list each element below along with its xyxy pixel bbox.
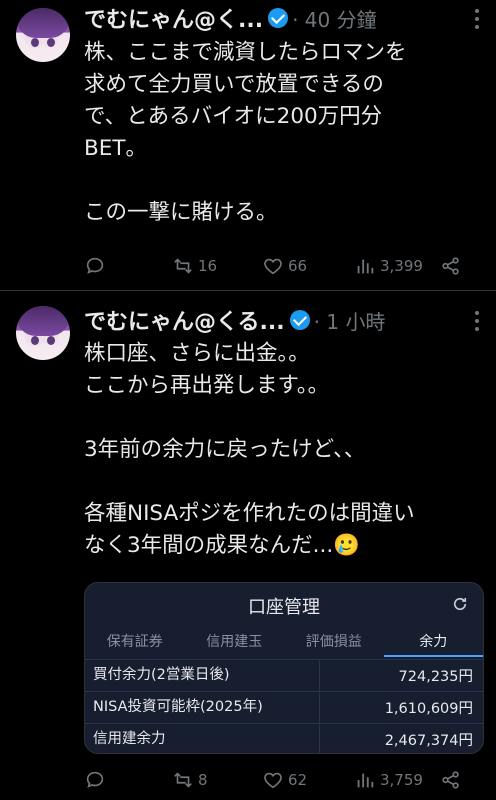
view-count: 3,399 xyxy=(380,257,423,275)
avatar[interactable] xyxy=(16,8,70,62)
divider xyxy=(0,290,496,291)
tweet-actions: 16 66 3,399 xyxy=(84,254,486,278)
views-button[interactable]: 3,399 xyxy=(354,255,423,277)
tab-holdings: 保有証券 xyxy=(106,634,163,650)
tweet-header: でむにゃん@くる... · 1 小時 xyxy=(84,305,482,335)
retweet-count: 8 xyxy=(198,771,208,789)
tweet-header: でむにゃん@く... · 40 分鐘 xyxy=(84,3,482,33)
like-button[interactable]: 66 xyxy=(262,255,307,277)
more-options-icon[interactable] xyxy=(474,9,480,29)
retweet-icon xyxy=(174,258,192,274)
reply-button[interactable] xyxy=(84,769,110,791)
retweet-count: 16 xyxy=(198,257,218,275)
retweet-icon xyxy=(174,772,192,788)
share-button[interactable] xyxy=(440,255,462,277)
timestamp[interactable]: · 40 分鐘 xyxy=(292,4,377,33)
tab-buying-power: 余力 xyxy=(383,627,483,657)
like-count: 62 xyxy=(288,771,308,789)
author-name[interactable]: でむにゃん@く... xyxy=(84,2,263,34)
views-icon xyxy=(357,259,374,274)
reply-icon xyxy=(86,771,104,788)
card-tabs: 保有証券 信用建玉 評価損益 余力 xyxy=(85,627,483,657)
refresh-icon xyxy=(453,597,467,611)
view-count: 3,759 xyxy=(380,771,423,789)
reply-button[interactable] xyxy=(84,255,110,277)
tweet-text: 株、ここまで減資したらロマンを 求めて全力買いで放置できるの で、とあるバイオに… xyxy=(84,40,407,225)
like-button[interactable]: 62 xyxy=(262,769,307,791)
embedded-image-account-panel[interactable]: 口座管理 保有証券 信用建玉 評価損益 余力 買付余力(2営業日後) 724,2… xyxy=(84,582,484,754)
avatar[interactable] xyxy=(16,306,70,360)
tab-margin-positions: 信用建玉 xyxy=(206,634,263,650)
retweet-button[interactable]: 16 xyxy=(172,255,217,277)
like-icon xyxy=(264,258,282,275)
like-count: 66 xyxy=(288,257,308,275)
table-row: 買付余力(2営業日後) 724,235円 xyxy=(85,659,483,691)
views-icon xyxy=(357,773,374,788)
retweet-button[interactable]: 8 xyxy=(172,769,208,791)
verified-badge-icon xyxy=(289,310,310,330)
share-button[interactable] xyxy=(440,769,462,791)
share-icon xyxy=(442,771,459,789)
tweet[interactable]: でむにゃん@くる... · 1 小時 株口座、さらに出金。。 ここから再出発しま… xyxy=(0,292,496,800)
views-button[interactable]: 3,759 xyxy=(354,769,423,791)
more-options-icon[interactable] xyxy=(474,311,480,331)
card-title: 口座管理 xyxy=(248,597,320,618)
table-row: NISA投資可能枠(2025年) 1,610,609円 xyxy=(85,691,483,723)
tweet[interactable]: でむにゃん@く... · 40 分鐘 株、ここまで減資したらロマンを 求めて全力… xyxy=(0,0,496,290)
reply-icon xyxy=(86,257,104,274)
tab-valuation: 評価損益 xyxy=(305,634,362,650)
tweet-text: 株口座、さらに出金。。 ここから再出発します。。 3年前の余力に戻ったけど、、 … xyxy=(84,341,415,558)
verified-badge-icon xyxy=(268,8,289,28)
share-icon xyxy=(442,257,459,275)
like-icon xyxy=(264,772,282,789)
author-name[interactable]: でむにゃん@くる... xyxy=(84,304,285,336)
timestamp[interactable]: · 1 小時 xyxy=(314,306,386,335)
table-row: 信用建余力 2,467,374円 xyxy=(85,723,483,753)
tweet-actions: 8 62 3,759 xyxy=(84,768,486,792)
balance-table: 買付余力(2営業日後) 724,235円 NISA投資可能枠(2025年) 1,… xyxy=(85,659,483,753)
